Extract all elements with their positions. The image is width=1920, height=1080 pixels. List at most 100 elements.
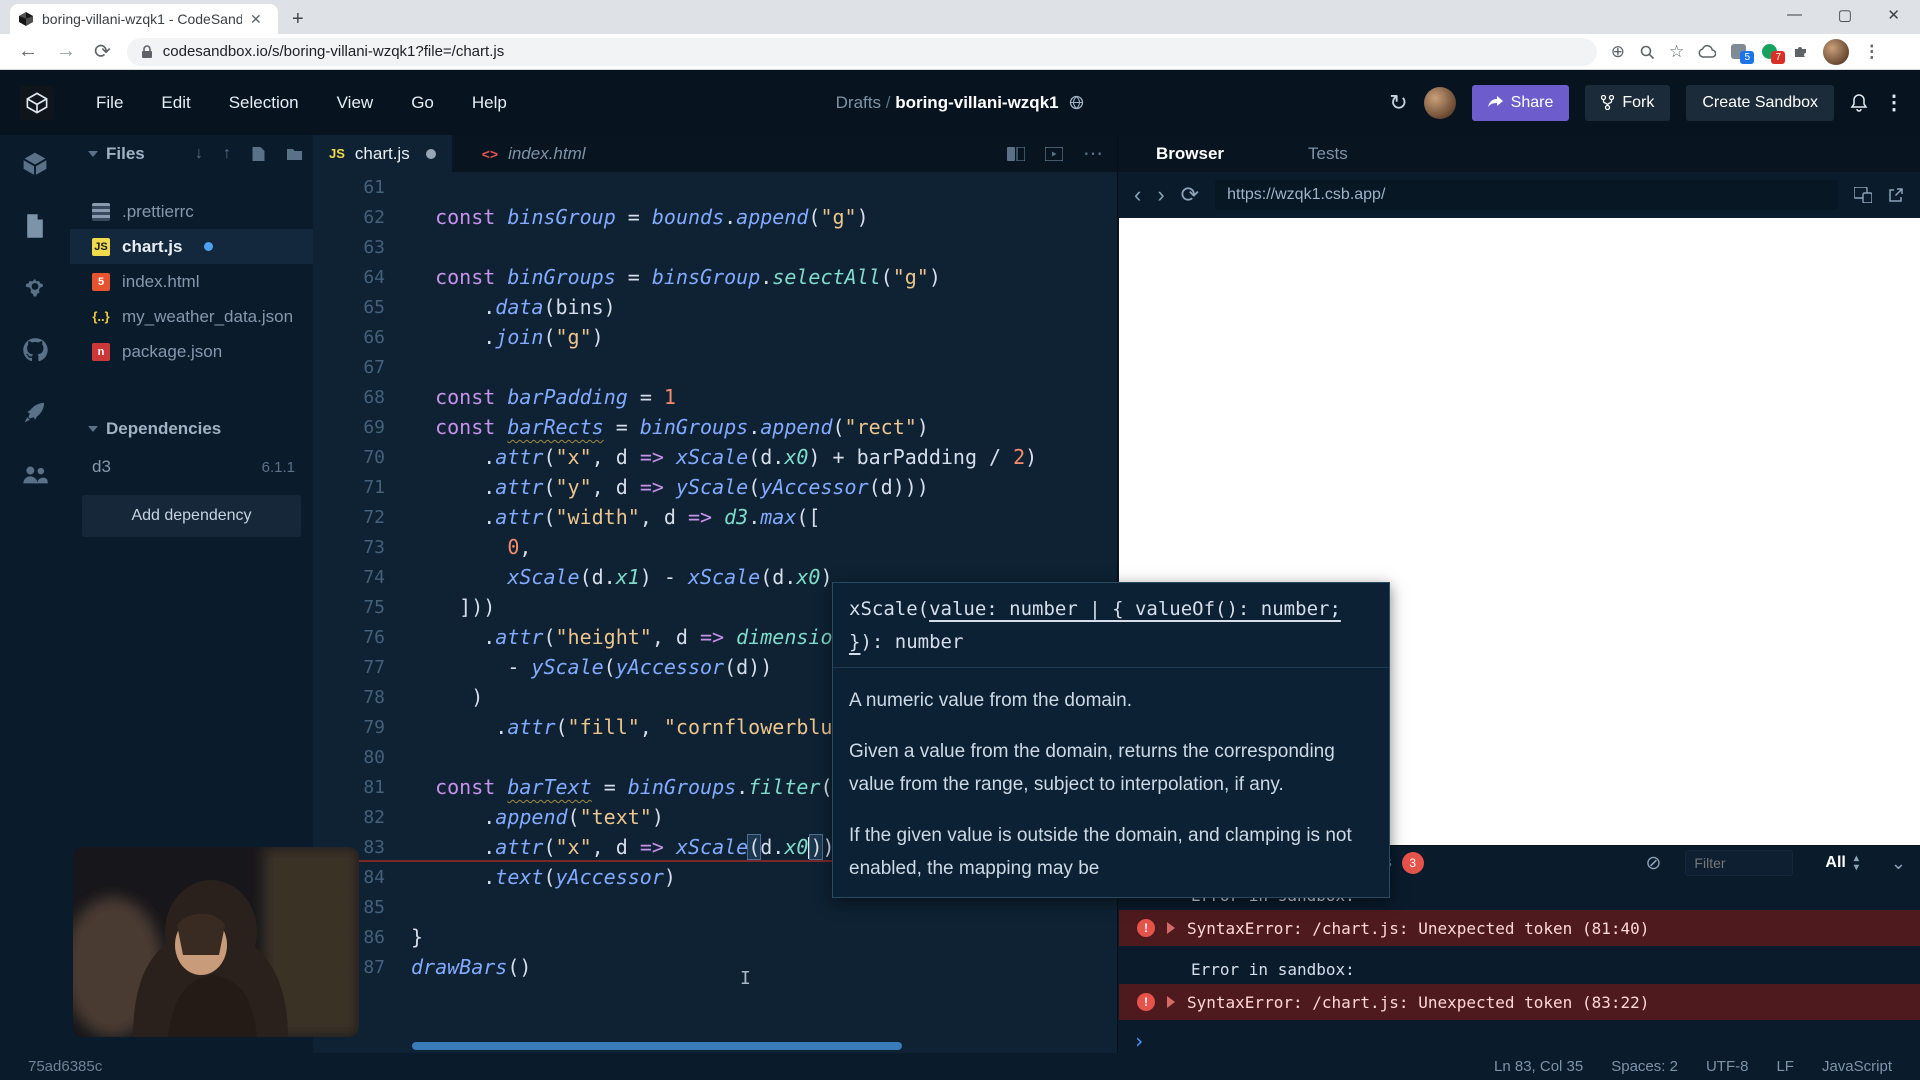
preview-tab-browser[interactable]: Browser [1156,144,1224,164]
export-icon[interactable]: ↓ [195,145,203,163]
bookmark-star-icon[interactable]: ☆ [1669,42,1684,62]
user-avatar[interactable] [1424,87,1456,119]
menu-edit[interactable]: Edit [161,93,190,113]
sandbox-info-icon[interactable] [20,149,50,179]
menu-view[interactable]: View [337,93,374,113]
preview-back-icon[interactable]: ‹ [1134,182,1141,208]
fork-button[interactable]: Fork [1585,85,1670,121]
preview-forward-icon[interactable]: › [1157,182,1164,208]
menu-selection[interactable]: Selection [229,93,299,113]
notifications-bell-icon[interactable] [1850,93,1868,113]
browser-profile-avatar[interactable] [1823,39,1849,65]
menu-help[interactable]: Help [472,93,507,113]
console-error-entry[interactable]: !SyntaxError: /chart.js: Unexpected toke… [1119,984,1920,1020]
preview-tab-tests[interactable]: Tests [1308,144,1348,164]
new-folder-icon[interactable] [286,147,303,161]
collapse-dependencies-icon[interactable] [88,426,98,432]
expand-error-icon[interactable] [1167,922,1175,934]
window-close-icon[interactable]: ✕ [1887,6,1900,24]
add-dependency-button[interactable]: Add dependency [82,495,301,537]
code-line-67[interactable]: 67 [313,352,1117,382]
privacy-globe-icon[interactable] [1069,95,1084,110]
editor-tab-chart.js[interactable]: JSchart.js [313,135,452,172]
horizontal-scrollbar[interactable] [412,1042,902,1050]
new-file-icon[interactable] [251,146,266,162]
project-name[interactable]: boring-villani-wzqk1 [895,93,1058,112]
collapse-files-icon[interactable] [88,151,98,157]
dependencies-header[interactable]: Dependencies [70,411,313,447]
menu-go[interactable]: Go [411,93,434,113]
code-line-63[interactable]: 63 [313,232,1117,262]
extension-icon-1[interactable]: 5 [1730,43,1747,60]
new-tab-icon[interactable]: + [292,8,304,31]
split-editor-icon[interactable] [1007,147,1025,161]
file-item-my_weather_data.json[interactable]: {..}my_weather_data.json [70,299,313,334]
editor-more-actions-icon[interactable]: ⋯ [1083,141,1103,166]
browser-tab[interactable]: boring-villani-wzqk1 - CodeSand ✕ [10,4,278,34]
github-icon[interactable] [20,335,50,365]
code-line-65[interactable]: 65 .data(bins) [313,292,1117,322]
code-line-73[interactable]: 73 0, [313,532,1117,562]
expand-error-icon[interactable] [1167,996,1175,1008]
responsive-mode-icon[interactable] [1854,187,1872,203]
collapse-console-icon[interactable]: ⌄ [1891,853,1906,874]
status-item[interactable]: UTF-8 [1706,1058,1749,1075]
tab-close-icon[interactable]: ✕ [250,11,262,28]
code-line-64[interactable]: 64 const binGroups = binsGroup.selectAll… [313,262,1117,292]
extension-icon-2[interactable]: 7 [1761,43,1778,60]
code-line-61[interactable]: 61 [313,172,1117,202]
zoom-page-icon[interactable]: ⊕ [1611,42,1625,62]
code-line-70[interactable]: 70 .attr("x", d => xScale(d.x0) + barPad… [313,442,1117,472]
code-line-68[interactable]: 68 const barPadding = 1 [313,382,1117,412]
refresh-sandbox-icon[interactable]: ↻ [1389,90,1407,116]
extensions-puzzle-icon[interactable] [1792,43,1809,60]
status-item[interactable]: JavaScript [1822,1058,1892,1075]
open-in-new-window-icon[interactable] [1888,187,1904,203]
codesandbox-logo[interactable] [20,86,54,120]
search-icon[interactable] [1639,44,1655,60]
code-line-71[interactable]: 71 .attr("y", d => yScale(yAccessor(d))) [313,472,1117,502]
window-minimize-icon[interactable]: — [1787,6,1802,23]
code-line-72[interactable]: 72 .attr("width", d => d3.max([ [313,502,1117,532]
browser-menu-icon[interactable]: ⋮ [1863,42,1880,62]
code-line-69[interactable]: 69 const barRects = binGroups.append("re… [313,412,1117,442]
files-panel-header[interactable]: Files ↓ ↑ [70,135,313,172]
back-icon[interactable]: ← [18,40,38,63]
file-item-index.html[interactable]: 5index.html [70,264,313,299]
file-item-package.json[interactable]: npackage.json [70,334,313,369]
preview-url-field[interactable]: https://wzqk1.csb.app/ [1215,180,1838,210]
dependency-d3[interactable]: d36.1.1 [70,447,313,487]
header-more-icon[interactable]: ⋮ [1884,90,1904,115]
code-line-66[interactable]: 66 .join("g") [313,322,1117,352]
clear-console-icon[interactable]: ⊘ [1646,852,1662,875]
forward-icon[interactable]: → [56,40,76,63]
menu-file[interactable]: File [96,93,123,113]
editor-tab-index.html[interactable]: <>index.html [466,135,602,172]
file-item-.prettierrc[interactable]: .prettierrc [70,194,313,229]
status-item[interactable]: Spaces: 2 [1611,1058,1678,1075]
window-maximize-icon[interactable]: ▢ [1838,6,1852,24]
reload-icon[interactable]: ⟳ [94,39,111,64]
status-item[interactable]: LF [1776,1058,1794,1075]
code-line-62[interactable]: 62 const binsGroup = bounds.append("g") [313,202,1117,232]
address-bar[interactable]: codesandbox.io/s/boring-villani-wzqk1?fi… [127,38,1597,66]
create-sandbox-button[interactable]: Create Sandbox [1686,85,1834,121]
console-error-entry[interactable]: !SyntaxError: /chart.js: Unexpected toke… [1119,910,1920,946]
open-preview-icon[interactable] [1045,147,1063,161]
status-item[interactable]: Ln 83, Col 35 [1494,1058,1583,1075]
code-line-87[interactable]: 87drawBars() [313,952,1117,982]
file-explorer-icon[interactable] [20,211,50,241]
breadcrumb-folder[interactable]: Drafts [836,93,881,112]
settings-gear-icon[interactable] [20,273,50,303]
deploy-rocket-icon[interactable] [20,397,50,427]
live-collaboration-icon[interactable] [20,459,50,489]
console-prompt[interactable]: › [1119,1026,1920,1056]
preview-refresh-icon[interactable]: ⟳ [1181,182,1199,208]
log-level-select[interactable]: All ▴▾ [1825,854,1858,872]
cloud-download-icon[interactable] [1698,45,1716,59]
share-button[interactable]: Share [1472,85,1570,121]
file-item-chart.js[interactable]: JSchart.js [70,229,313,264]
console-filter-input[interactable] [1685,850,1793,876]
upload-icon[interactable]: ↑ [223,145,231,163]
code-line-86[interactable]: 86} [313,922,1117,952]
